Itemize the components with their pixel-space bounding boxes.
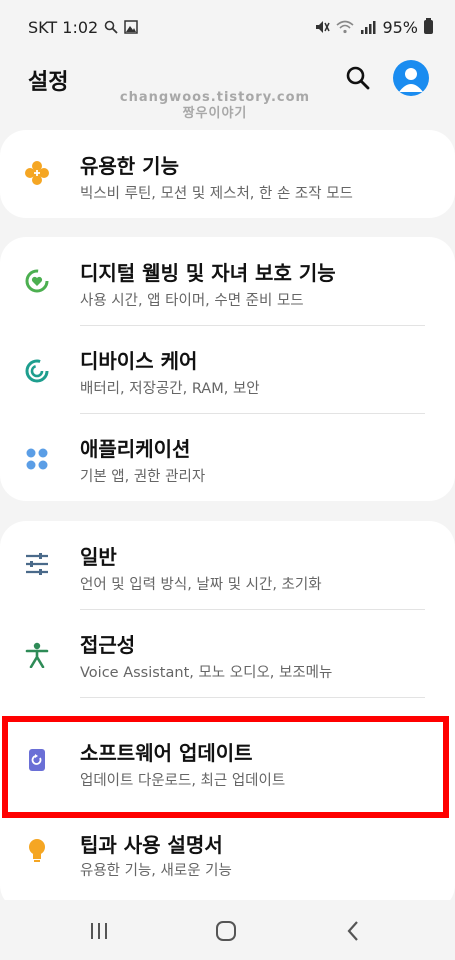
settings-group-device: 디지털 웰빙 및 자녀 보호 기능 사용 시간, 앱 타이머, 수면 준비 모드… (0, 237, 455, 501)
accessibility-icon (25, 642, 49, 668)
settings-item-general[interactable]: 일반 언어 및 입력 방식, 날짜 및 시간, 초기화 (0, 521, 455, 609)
mute-icon (316, 21, 331, 33)
settings-item-title: 디지털 웰빙 및 자녀 보호 기능 (80, 261, 336, 285)
settings-item-subtitle: 업데이트 다운로드, 최근 업데이트 (80, 773, 286, 789)
settings-item-software-update[interactable]: 소프트웨어 업데이트 업데이트 다운로드, 최근 업데이트 (0, 721, 455, 809)
settings-item-title: 팁과 사용 설명서 (80, 833, 223, 857)
gallery-notification-icon (124, 20, 138, 34)
settings-item-advanced-features[interactable]: 유용한 기능 빅스비 루틴, 모션 및 제스처, 한 손 조작 모드 (0, 130, 455, 218)
settings-item-applications[interactable]: 애플리케이션 기본 앱, 권한 관리자 (0, 413, 455, 501)
settings-item-subtitle: 빅스비 루틴, 모션 및 제스처, 한 손 조작 모드 (80, 186, 353, 202)
status-right: 95% (314, 18, 433, 37)
home-icon[interactable] (211, 916, 241, 946)
battery-icon (424, 18, 433, 34)
settings-item-title: 유용한 기능 (80, 154, 179, 178)
search-icon (346, 66, 370, 90)
battery-percent: 95% (382, 17, 418, 37)
settings-item-title: 일반 (80, 545, 117, 569)
settings-item-device-care[interactable]: 디바이스 케어 배터리, 저장공간, RAM, 보안 (0, 325, 455, 413)
divider (80, 697, 425, 698)
back-icon[interactable] (338, 916, 368, 946)
settings-item-tips[interactable]: 팁과 사용 설명서 유용한 기능, 새로운 기능 (0, 817, 455, 905)
wellbeing-icon (25, 269, 49, 293)
settings-item-subtitle: 기본 앱, 권한 관리자 (80, 469, 206, 485)
settings-item-accessibility[interactable]: 접근성 Voice Assistant, 모노 오디오, 보조메뉴 (0, 609, 455, 697)
puzzle-icon (25, 161, 49, 185)
settings-item-subtitle: 유용한 기능, 새로운 기능 (80, 863, 232, 879)
settings-item-subtitle: Voice Assistant, 모노 오디오, 보조메뉴 (80, 665, 333, 681)
lightbulb-icon (29, 839, 45, 862)
watermark-url: changwoos.tistory.com (119, 90, 311, 105)
device-care-icon (25, 359, 49, 383)
search-button[interactable] (344, 64, 372, 92)
settings-group-advanced: 유용한 기능 빅스비 루틴, 모션 및 제스처, 한 손 조작 모드 (0, 130, 455, 218)
settings-group-system: 일반 언어 및 입력 방식, 날짜 및 시간, 초기화 접근성 Voice As… (0, 521, 455, 911)
settings-item-title: 소프트웨어 업데이트 (80, 741, 253, 765)
settings-item-subtitle: 배터리, 저장공간, RAM, 보안 (80, 381, 260, 397)
wifi-icon (336, 20, 354, 34)
settings-item-title: 접근성 (80, 633, 136, 657)
status-left: SKT 1:02 (28, 18, 138, 37)
recent-apps-icon[interactable] (84, 916, 114, 946)
navigation-bar (0, 900, 455, 960)
settings-item-subtitle: 언어 및 입력 방식, 날짜 및 시간, 초기화 (80, 577, 322, 593)
settings-item-title: 디바이스 케어 (80, 349, 198, 373)
carrier-time: SKT 1:02 (28, 17, 99, 37)
apps-icon (26, 448, 48, 470)
search-notification-icon (104, 20, 118, 34)
signal-icon (361, 21, 376, 34)
watermark: changwoos.tistory.com 짱우이야기 (0, 90, 430, 122)
settings-item-digital-wellbeing[interactable]: 디지털 웰빙 및 자녀 보호 기능 사용 시간, 앱 타이머, 수면 준비 모드 (0, 237, 455, 325)
settings-item-subtitle: 사용 시간, 앱 타이머, 수면 준비 모드 (80, 293, 304, 309)
software-update-icon (29, 749, 45, 771)
settings-item-title: 애플리케이션 (80, 437, 191, 461)
watermark-name: 짱우이야기 (182, 106, 248, 121)
sliders-icon (26, 553, 48, 575)
status-bar: SKT 1:02 95% (0, 0, 455, 54)
